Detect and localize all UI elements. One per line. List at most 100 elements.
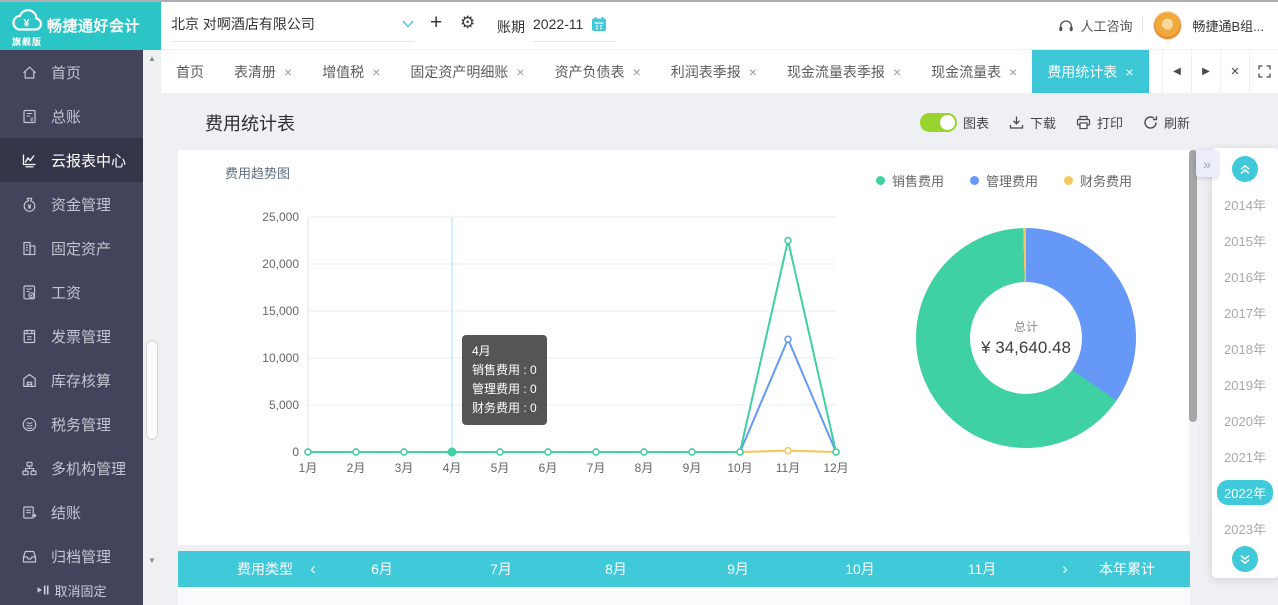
year-label: 2020年 xyxy=(1224,411,1266,430)
sidebar-item-closing[interactable]: 结账 xyxy=(0,490,143,534)
month-bar-col-11月[interactable]: 11月 xyxy=(968,551,997,587)
building-icon xyxy=(21,240,38,257)
legend-label: 财务费用 xyxy=(1080,171,1132,190)
sidebar-item-tax[interactable]: 税务管理 xyxy=(0,402,143,446)
close-all-tabs-icon[interactable]: × xyxy=(1220,50,1249,93)
year-label: 2021年 xyxy=(1224,447,1266,466)
year-scroll-up-button[interactable] xyxy=(1232,156,1258,182)
sidebar-item-label: 资金管理 xyxy=(51,194,111,215)
tab-vat[interactable]: 增值税× xyxy=(307,50,395,93)
tab-balance-sheet[interactable]: 资产负债表× xyxy=(540,50,656,93)
sidebar-scrollbar[interactable]: ▲ ▼ xyxy=(143,50,161,605)
cloud-logo-icon: ¥ xyxy=(10,6,44,36)
expense-trend-line-chart[interactable]: 05,00010,00015,00020,00025,0001月2月3月4月5月… xyxy=(238,205,858,490)
legend-item-3[interactable]: 财务费用 xyxy=(1064,171,1132,190)
chart-card: 费用趋势图 销售费用管理费用财务费用 05,00010,00015,00020,… xyxy=(178,150,1190,545)
content-scroll-thumb[interactable] xyxy=(1189,150,1197,422)
expense-donut-chart[interactable]: 总计 ¥ 34,640.48 xyxy=(916,228,1136,448)
chart-view-toggle[interactable]: 图表 xyxy=(920,113,989,132)
year-item-2016[interactable]: 2016年 xyxy=(1212,258,1278,294)
gear-icon[interactable]: ⚙ xyxy=(460,13,475,33)
add-account-button[interactable]: + xyxy=(430,11,442,35)
refresh-button[interactable]: 刷新 xyxy=(1143,113,1190,132)
year-scroll-down-button[interactable] xyxy=(1232,546,1258,572)
scroll-up-icon[interactable]: ▲ xyxy=(143,54,161,63)
fullscreen-icon[interactable] xyxy=(1249,50,1278,93)
sidebar-item-general-ledger[interactable]: ¥总账 xyxy=(0,94,143,138)
svg-text:¥: ¥ xyxy=(30,116,34,123)
toggle-switch[interactable] xyxy=(920,113,957,132)
sidebar-item-home[interactable]: 首页 xyxy=(0,50,143,94)
sidebar-item-multi-org[interactable]: 多机构管理 xyxy=(0,446,143,490)
user-avatar[interactable] xyxy=(1153,11,1182,40)
period-selector[interactable]: 2022-11 xyxy=(533,7,615,42)
sidebar-item-fixed-assets[interactable]: 固定资产 xyxy=(0,226,143,270)
company-selector[interactable]: 北京 对啊酒店有限公司 xyxy=(171,7,414,42)
svg-text:¥: ¥ xyxy=(24,18,31,30)
tab-home[interactable]: 首页 xyxy=(161,50,219,93)
month-next-icon[interactable]: › xyxy=(1062,551,1068,587)
tab-fixed-asset-detail[interactable]: 固定资产明细账× xyxy=(395,50,539,93)
svg-text:10,000: 10,000 xyxy=(262,351,299,365)
home-icon xyxy=(21,64,38,81)
legend-item-1[interactable]: 销售费用 xyxy=(876,171,944,190)
year-item-2019[interactable]: 2019年 xyxy=(1212,366,1278,402)
tab-close-icon[interactable]: × xyxy=(1125,65,1133,79)
download-label: 下载 xyxy=(1030,113,1056,132)
tab-close-icon[interactable]: × xyxy=(372,65,380,79)
sidebar-scroll-thumb[interactable] xyxy=(146,340,158,440)
chart-tooltip: 4月 销售费用 : 0管理费用 : 0财务费用 : 0 xyxy=(462,335,547,425)
sidebar-item-inventory[interactable]: 库存核算 xyxy=(0,358,143,402)
collapse-year-panel-icon[interactable]: » xyxy=(1196,150,1218,177)
month-bar-col-8月[interactable]: 8月 xyxy=(605,551,627,587)
year-item-2015[interactable]: 2015年 xyxy=(1212,222,1278,258)
sidebar-item-funds[interactable]: 资金管理 xyxy=(0,182,143,226)
tab-close-icon[interactable]: × xyxy=(633,65,641,79)
sidebar-item-salary[interactable]: 工资 xyxy=(0,270,143,314)
tooltip-line: 管理费用 : 0 xyxy=(472,380,537,399)
month-bar-col-7月[interactable]: 7月 xyxy=(490,551,512,587)
scroll-down-icon[interactable]: ▼ xyxy=(143,556,161,565)
print-button[interactable]: 打印 xyxy=(1076,113,1123,132)
tab-close-icon[interactable]: × xyxy=(1009,65,1017,79)
table-header-bar: 费用类型‹6月7月8月9月10月11月›本年累计 xyxy=(178,551,1190,587)
svg-text:25,000: 25,000 xyxy=(262,210,299,224)
sidebar-item-invoices[interactable]: 发票管理 xyxy=(0,314,143,358)
month-prev-icon[interactable]: ‹ xyxy=(310,551,316,587)
tab-expense-stats[interactable]: 费用统计表× xyxy=(1032,50,1148,93)
month-bar-col-10月[interactable]: 10月 xyxy=(845,551,875,587)
main-content: 费用统计表 图表 下载 打印 刷新 费用趋势图 销售费用管理费用财务费用 xyxy=(161,93,1278,605)
print-icon xyxy=(1076,115,1091,130)
sidebar-item-archive[interactable]: 归档管理 xyxy=(0,534,143,578)
user-name[interactable]: 畅捷通B组... xyxy=(1192,16,1264,35)
tab-scroll-right-icon[interactable]: ▶ xyxy=(1191,50,1220,93)
tab-income-quarterly[interactable]: 利润表季报× xyxy=(656,50,772,93)
tab-close-icon[interactable]: × xyxy=(516,65,524,79)
tab-scroll-left-icon[interactable]: ◀ xyxy=(1162,50,1191,93)
download-button[interactable]: 下载 xyxy=(1009,113,1056,132)
ledger-icon: ¥ xyxy=(21,108,38,125)
year-item-2023[interactable]: 2023年 xyxy=(1212,510,1278,546)
year-item-2017[interactable]: 2017年 xyxy=(1212,294,1278,330)
tab-cashflow-quarterly[interactable]: 现金流量表季报× xyxy=(772,50,916,93)
sidebar-item-cloud-reports[interactable]: 云报表中心 xyxy=(0,138,143,182)
tab-close-icon[interactable]: × xyxy=(749,65,757,79)
year-item-2022[interactable]: 2022年 xyxy=(1212,474,1278,510)
month-bar-col-9月[interactable]: 9月 xyxy=(727,551,749,587)
tab-report-list[interactable]: 表清册× xyxy=(219,50,307,93)
month-bar-col-6月[interactable]: 6月 xyxy=(371,551,393,587)
year-item-2014[interactable]: 2014年 xyxy=(1212,186,1278,222)
chart-legend: 销售费用 管理费用 财务费用 xyxy=(876,171,1132,190)
legend-item-2[interactable]: 管理费用 xyxy=(970,171,1038,190)
period-label: 账期 xyxy=(497,17,525,37)
year-item-2020[interactable]: 2020年 xyxy=(1212,402,1278,438)
headset-icon xyxy=(1058,18,1074,33)
support-link[interactable]: 人工咨询 xyxy=(1058,16,1132,35)
year-item-2018[interactable]: 2018年 xyxy=(1212,330,1278,366)
content-scrollbar[interactable] xyxy=(1189,150,1197,540)
sidebar-unpin-button[interactable]: 取消固定 xyxy=(0,578,143,602)
tab-close-icon[interactable]: × xyxy=(893,65,901,79)
year-item-2021[interactable]: 2021年 xyxy=(1212,438,1278,474)
tab-cashflow[interactable]: 现金流量表× xyxy=(916,50,1032,93)
tab-close-icon[interactable]: × xyxy=(284,65,292,79)
